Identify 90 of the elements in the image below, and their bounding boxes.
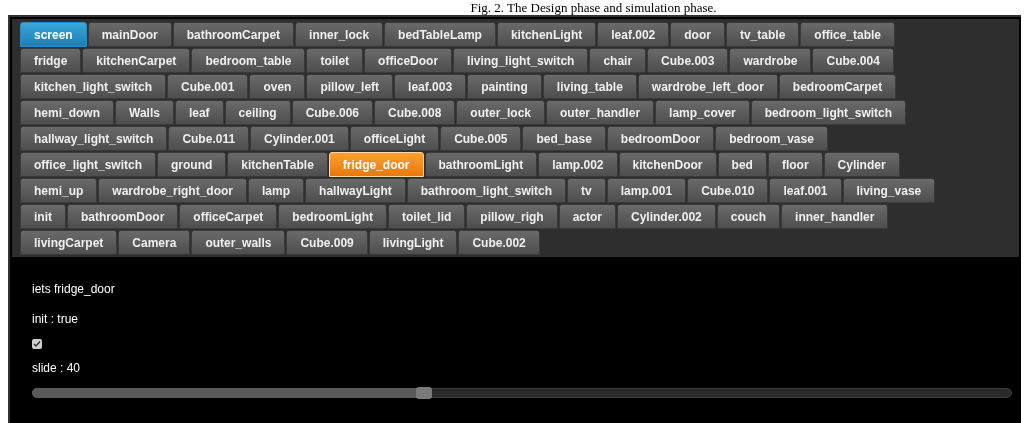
object-button[interactable]: Cube.008 (374, 100, 456, 125)
object-button[interactable]: Cube.009 (286, 230, 368, 255)
object-button[interactable]: kitchenDoor (618, 152, 717, 177)
object-button[interactable]: outer_handler (546, 100, 655, 125)
object-button[interactable]: wardrobe (729, 48, 812, 73)
object-button[interactable]: actor (558, 204, 617, 229)
object-button[interactable]: chair (589, 48, 647, 73)
object-button[interactable]: Cube.004 (812, 48, 894, 73)
object-button[interactable]: door (670, 22, 725, 47)
object-button[interactable]: hallway_light_switch (20, 126, 168, 151)
init-checkbox[interactable] (32, 339, 42, 349)
object-button[interactable]: toilet (306, 48, 364, 73)
object-button[interactable]: ceiling (224, 100, 291, 125)
object-button[interactable]: officeCarpet (179, 204, 278, 229)
object-button[interactable]: leaf.002 (597, 22, 670, 47)
object-button[interactable]: lamp_cover (655, 100, 750, 125)
object-button[interactable]: floor (767, 152, 823, 177)
checkmark-icon (33, 340, 41, 348)
object-button[interactable]: kitchenTable (227, 152, 328, 177)
object-button[interactable]: bedroomLight (278, 204, 387, 229)
object-button[interactable]: kitchen_light_switch (20, 74, 167, 99)
object-button[interactable]: lamp.002 (538, 152, 618, 177)
object-button[interactable]: inner_lock (295, 22, 384, 47)
object-button[interactable]: Cube.001 (167, 74, 249, 99)
object-button[interactable]: bed (717, 152, 767, 177)
object-button[interactable]: ground (157, 152, 227, 177)
object-button[interactable]: hemi_up (20, 178, 98, 203)
object-button[interactable]: bedroom_table (191, 48, 306, 73)
object-button[interactable]: mainDoor (87, 22, 172, 47)
object-button[interactable]: Walls (115, 100, 174, 125)
slide-slider[interactable] (32, 387, 1012, 399)
object-button[interactable]: bedroom_vase (715, 126, 828, 151)
object-button[interactable]: living_table (542, 74, 637, 99)
object-button[interactable]: tv (567, 178, 606, 203)
object-button[interactable]: leaf (174, 100, 224, 125)
object-button[interactable]: hallwayLight (305, 178, 406, 203)
object-button[interactable]: Cube.002 (458, 230, 540, 255)
object-button[interactable]: bed_base (522, 126, 606, 151)
object-button[interactable]: living_light_switch (453, 48, 589, 73)
object-button[interactable]: hemi_down (20, 100, 114, 125)
object-button[interactable]: screen (20, 22, 87, 47)
object-button[interactable]: couch (716, 204, 781, 229)
object-button[interactable]: Camera (118, 230, 191, 255)
object-button[interactable]: Cylinder (823, 152, 900, 177)
slider-thumb[interactable] (416, 387, 432, 399)
object-button[interactable]: inner_handler (781, 204, 889, 229)
object-button[interactable]: Cylinder.002 (617, 204, 716, 229)
object-button[interactable]: tv_table (725, 22, 800, 47)
object-button[interactable]: kitchenCarpet (82, 48, 191, 73)
object-button[interactable]: outer_walls (191, 230, 286, 255)
object-button[interactable]: oven (249, 74, 306, 99)
object-button[interactable]: bedroomCarpet (778, 74, 897, 99)
object-button[interactable]: officeDoor (364, 48, 453, 73)
object-button[interactable]: Cube.003 (647, 48, 729, 73)
object-button[interactable]: lamp.001 (606, 178, 687, 203)
object-button[interactable]: toilet_lid (388, 204, 466, 229)
object-button[interactable]: bathroomLight (424, 152, 538, 177)
object-button[interactable]: office_light_switch (20, 152, 157, 177)
object-button[interactable]: wardrobe_right_door (98, 178, 248, 203)
object-button[interactable]: painting (467, 74, 542, 99)
object-button[interactable]: living_vase (842, 178, 936, 203)
object-button[interactable]: livingCarpet (20, 230, 118, 255)
object-button[interactable]: outer_lock (456, 100, 546, 125)
object-button[interactable]: fridge (20, 48, 82, 73)
object-button[interactable]: bedroomDoor (606, 126, 715, 151)
object-button[interactable]: kitchenLight (496, 22, 597, 47)
object-button[interactable]: Cube.006 (291, 100, 373, 125)
object-button[interactable]: pillow_left (306, 74, 394, 99)
object-button[interactable]: Cylinder.001 (250, 126, 349, 151)
object-button[interactable]: office_table (800, 22, 895, 47)
object-button[interactable]: init (20, 204, 66, 229)
object-button[interactable]: leaf.001 (769, 178, 842, 203)
object-button[interactable]: bedTableLamp (384, 22, 496, 47)
slide-label: slide : 40 (32, 360, 81, 377)
init-label: init : true (32, 311, 79, 328)
object-button[interactable]: officeLight (349, 126, 440, 151)
object-button[interactable]: pillow_righ (466, 204, 558, 229)
object-button[interactable]: lamp (248, 178, 305, 203)
object-button[interactable]: bedroom_light_switch (750, 100, 907, 125)
object-button[interactable]: Cube.010 (687, 178, 769, 203)
selected-object-heading: iets fridge_door (32, 281, 115, 298)
object-button[interactable]: Cube.005 (440, 126, 522, 151)
object-button[interactable]: bathroom_light_switch (406, 178, 567, 203)
object-button[interactable]: bathroomCarpet (172, 22, 295, 47)
object-button[interactable]: wardrobe_left_door (637, 74, 778, 99)
object-button[interactable]: bathroomDoor (67, 204, 179, 229)
object-button[interactable]: Cube.011 (168, 126, 250, 151)
figure-caption: Fig. 2. The Design phase and simulation phase. (469, 0, 717, 15)
object-button[interactable]: leaf.003 (394, 74, 467, 99)
object-button[interactable]: livingLight (368, 230, 458, 255)
